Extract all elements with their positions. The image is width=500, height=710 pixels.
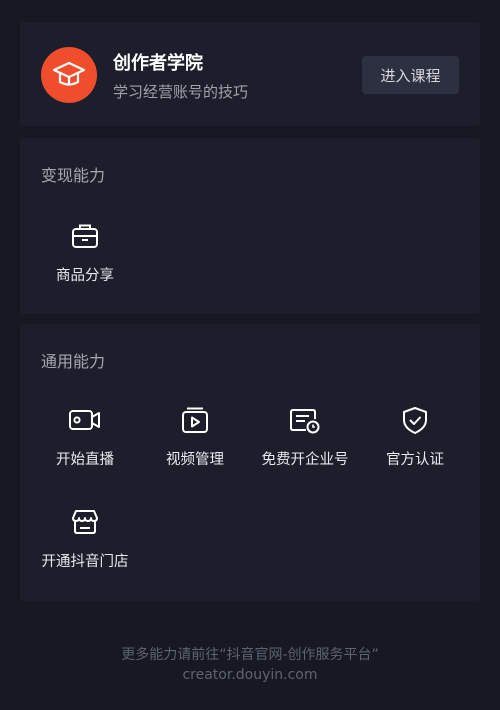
section-title: 通用能力 <box>41 352 106 371</box>
official-verify-item[interactable]: 官方认证 <box>360 400 470 469</box>
enterprise-card-icon <box>285 400 325 440</box>
monetization-section: 变现能力 商品分享 <box>20 138 480 314</box>
academy-card: 创作者学院 学习经营账号的技巧 进入课程 <box>20 22 480 126</box>
start-live-label: 开始直播 <box>56 452 114 468</box>
product-share-item[interactable]: 商品分享 <box>30 216 140 285</box>
storefront-icon <box>65 502 105 542</box>
product-share-label: 商品分享 <box>56 268 114 284</box>
video-folder-icon <box>175 400 215 440</box>
enter-course-button[interactable]: 进入课程 <box>362 56 459 94</box>
video-manage-item[interactable]: 视频管理 <box>140 400 250 469</box>
video-manage-label: 视频管理 <box>166 452 224 468</box>
enterprise-account-item[interactable]: 免费开企业号 <box>250 400 360 469</box>
footer-url[interactable]: creator.douyin.com <box>0 667 500 683</box>
academy-title: 创作者学院 <box>113 53 203 74</box>
general-section: 通用能力 开始直播 视频管理 免费开企业号 官方认证 开通抖音门店 <box>20 324 480 601</box>
official-verify-label: 官方认证 <box>386 452 444 468</box>
section-title: 变现能力 <box>41 166 106 185</box>
footer-hint: 更多能力请前往“抖音官网-创作服务平台” <box>121 647 379 663</box>
academy-subtitle: 学习经营账号的技巧 <box>113 83 249 101</box>
shield-check-icon <box>395 400 435 440</box>
video-camera-icon <box>65 400 105 440</box>
start-live-item[interactable]: 开始直播 <box>30 400 140 469</box>
open-store-item[interactable]: 开通抖音门店 <box>30 502 140 571</box>
open-store-label: 开通抖音门店 <box>41 554 129 570</box>
enterprise-account-label: 免费开企业号 <box>261 452 349 468</box>
briefcase-icon <box>65 216 105 256</box>
graduation-cap-icon <box>41 47 97 103</box>
